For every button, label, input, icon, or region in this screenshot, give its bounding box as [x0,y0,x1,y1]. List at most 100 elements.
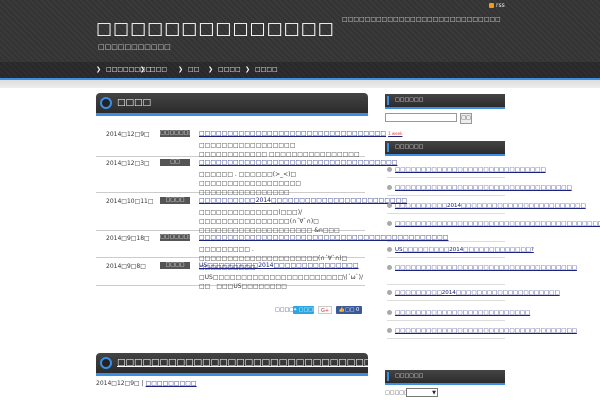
site-description: □□□□□□□□□□□ [98,43,171,51]
news-title-link[interactable]: US□□□□□□□□□2014□□□□□□□□□□□□□□□ [199,262,359,269]
news-row: 2014□12□3□ □□ □□□□□□□□□□□□□□□□□□□□□□□□□□… [96,156,397,196]
divider [387,284,505,285]
nav-item-3[interactable]: ❯ □□ [178,62,199,78]
header-tagline: □□□□□□□□□□□□□□□□□□□□□□□□□□□□ [342,16,501,23]
share-label: □□□□ [275,307,294,313]
news-row: 2014□9□18□ □□□□□□ □□ □□□□□□□□□□□□□□□□□□□□… [96,231,448,271]
news-excerpt: □US□□□□□□□□□□□□□□□□□□□□□□□\(´ω`)/□□ □□□U… [199,274,364,290]
news-title-link[interactable]: □□□□□□□□□□□□□□□□□□□□□□□□□□□□□□□□□□□□□□□□… [199,234,448,241]
chevron-right-icon: ❯ [245,66,251,73]
recent-widget-header: □□□□□□ [385,141,505,156]
main-nav: ❯ □□□□□□□□ ❯ □□□ ❯ □□ ❯ □□□□ ❯ □□□□ [0,62,600,78]
news-category-badge[interactable]: □□□□ [160,197,190,204]
bullet-icon [387,247,392,252]
rss-label: rss [496,2,505,9]
post-category-link[interactable]: □□□□□□□□□ [146,380,197,387]
chevron-right-icon: ❯ [208,66,214,73]
news-date: 2014□9□18□ [106,235,150,242]
news-title[interactable]: □□□□□□□□□□□□□□□□□□□□□□□□□□□□□□□□□ [199,130,386,137]
news-category-badge[interactable]: □□□□□□□□ [160,234,190,241]
recent-post-item[interactable]: □□□□□□□□□□□□□□□□□□□□□□□□□□□□□□□□□□□ [387,265,577,271]
recent-post-item[interactable]: □□□□□□□□□□□□□□□□□□□□□□□□□□□□□□□□□□□ [387,328,577,334]
divider [387,338,505,339]
news-date: 2014□10□11□ [106,198,154,205]
recent-post-link[interactable]: □□□□□□□□□□2014□□□□□□□□□□□□□□□□□□□□□□□□ [395,203,586,209]
news-title-link[interactable]: □□□□□□□□□□□□□□□□□□□□□□□□□□□□□□□□□□□ [199,159,397,166]
news-row: 2014□12□9□ □□□□□□ □□□ □□□□□□□□□□□□□□□□□□□… [96,127,402,158]
divider [387,195,505,196]
search-widget-header: □□□□□□ [385,94,505,109]
category-widget-header: □□□□□□ [385,370,505,385]
recent-post-link[interactable]: □□□□□□□□□□□□□□□□□□□□□□□□□□ [395,310,530,316]
accent-bar [387,143,389,152]
recent-post-item[interactable]: □□□□□□□□□2014□□□□□□□□□□□□□□□□□□□□ [387,290,560,296]
nav-item-label: □□ [188,66,200,73]
recent-post-link[interactable]: □□□□□□□□□□□□□□□□□□□□□□□□□□□□□□□□□□ [395,185,572,191]
gplus-share-button[interactable]: G+ [318,306,332,314]
circle-icon [100,97,112,109]
news-category-badge[interactable]: □□□□□□□□□ [160,130,190,137]
recent-post-item[interactable]: □□□□□□□□□□□□□□□□□□□□□□□□□□ [387,310,530,316]
news-panel-title: □□□□ [117,98,152,108]
news-date: 2014□12□3□ [106,160,150,167]
nav-item-5[interactable]: ❯ □□□□ [245,62,278,78]
recent-post-link[interactable]: □□□□□□□□□□□□□□□□□□□□□□□□□□□□□□□□□□□ [395,265,577,271]
divider [387,257,505,258]
facebook-like-button[interactable]: 👍□□ 0 [336,306,362,314]
news-date: 2014□9□8□ [106,263,146,270]
post-meta: 2014□12□9□ | □□□□□□□□□ [96,380,197,387]
search-widget-title: □□□□□□ [395,97,424,103]
news-row: 2014□9□8□ □□□□ US□□□□□□□□□2014□□□□□□□□□□… [96,259,365,290]
recent-post-item[interactable]: □□□□□□□□□□□□□□□□□□□□□□□□□□□□□ [387,167,546,173]
rss-icon [489,3,494,8]
accent-bar [387,372,389,381]
bullet-icon [387,221,392,226]
twitter-share-button[interactable]: ✦ □□□□ [293,306,318,314]
recent-post-link[interactable]: US□□□□□□□□□2014□□□□□□□□□□□□□? [395,247,534,253]
recent-post-item[interactable]: □□□□□□□□□□□□□□□□□□□□□□□□□□□□□□□□□□□□□□□□… [387,221,600,227]
recent-post-link[interactable]: □□□□□□□□□□□□□□□□□□□□□□□□□□□□□ [395,167,546,173]
recent-widget-title: □□□□□□ [395,144,424,150]
divider [387,300,505,301]
recent-post-link[interactable]: □□□□□□□□□□□□□□□□□□□□□□□□□□□□□□□□□□□ [395,328,577,334]
news-excerpt: □□□□□□ . □□□□□□(>_<)□ □□□□□□□□□□□□□□□□□□… [199,171,302,196]
bullet-icon [387,167,392,172]
divider [387,213,505,214]
search-input[interactable] [385,113,457,122]
bullet-icon [387,185,392,190]
recent-post-link[interactable]: □□□□□□□□□□□□□□□□□□□□□□□□□□□□□□□□□□□□□□□□… [395,221,600,227]
chevron-right-icon: ❯ [178,66,184,73]
nav-item-4[interactable]: ❯ □□□□ [208,62,241,78]
bullet-icon [387,265,392,270]
recent-post-item[interactable]: US□□□□□□□□□2014□□□□□□□□□□□□□? [387,247,534,253]
post-panel-header: □□□□□□□□□□□□□□□□□□□□□□□□□□□□□□□□□□□ [96,353,415,376]
news-category-badge[interactable]: □□ [160,159,190,166]
divider [387,320,505,321]
recent-post-item[interactable]: □□□□□□□□□□2014□□□□□□□□□□□□□□□□□□□□□□□□ [387,203,586,209]
nav-item-2[interactable]: ❯ □□□ [140,62,167,78]
recent-post-link[interactable]: □□□□□□□□□2014□□□□□□□□□□□□□□□□□□□□ [395,290,560,296]
post-title[interactable]: □□□□□□□□□□□□□□□□□□□□□□□□□□□□□□□□□□□ [117,358,415,368]
news-date: 2014□12□9□ [106,131,150,138]
search-button[interactable]: □□ [460,113,472,124]
chevron-right-icon: ❯ [96,66,102,73]
site-title[interactable]: □□□□□□□□□□□□□□ [96,19,335,39]
header-shadow-band [0,80,600,88]
bullet-icon [387,328,392,333]
accent-bar [387,96,389,105]
chevron-right-icon: ❯ [140,66,146,73]
divider [387,177,505,178]
news-title-link[interactable]: □□□□□□□□□□□□□□□□□□□□□□□□□□□□□□□□□ 1 week [199,130,402,137]
news-category-badge[interactable]: □□□□ [160,262,190,269]
news-row: 2014□10□11□ □□□□ □□□□□□□□□□2014□□□□□□□□□… [96,194,407,234]
category-select[interactable]: ▼ [406,388,438,397]
nav-item-label: □□□□ [255,66,278,73]
twitter-share-label: □□□□ [298,307,318,313]
news-title-link[interactable]: □□□□□□□□□□2014□□□□□□□□□□□□□□□□□□□□□□□□ [199,197,407,204]
category-widget-title: □□□□□□ [395,373,424,379]
bullet-icon [387,290,392,295]
rss-link[interactable]: rss [489,2,505,9]
recent-post-item[interactable]: □□□□□□□□□□□□□□□□□□□□□□□□□□□□□□□□□□ [387,185,572,191]
bullet-icon [387,310,392,315]
site-header: □□□□□□□□□□□□□□ □□□□□□□□□□□ □□□□□□□□□□□□□… [0,0,600,62]
